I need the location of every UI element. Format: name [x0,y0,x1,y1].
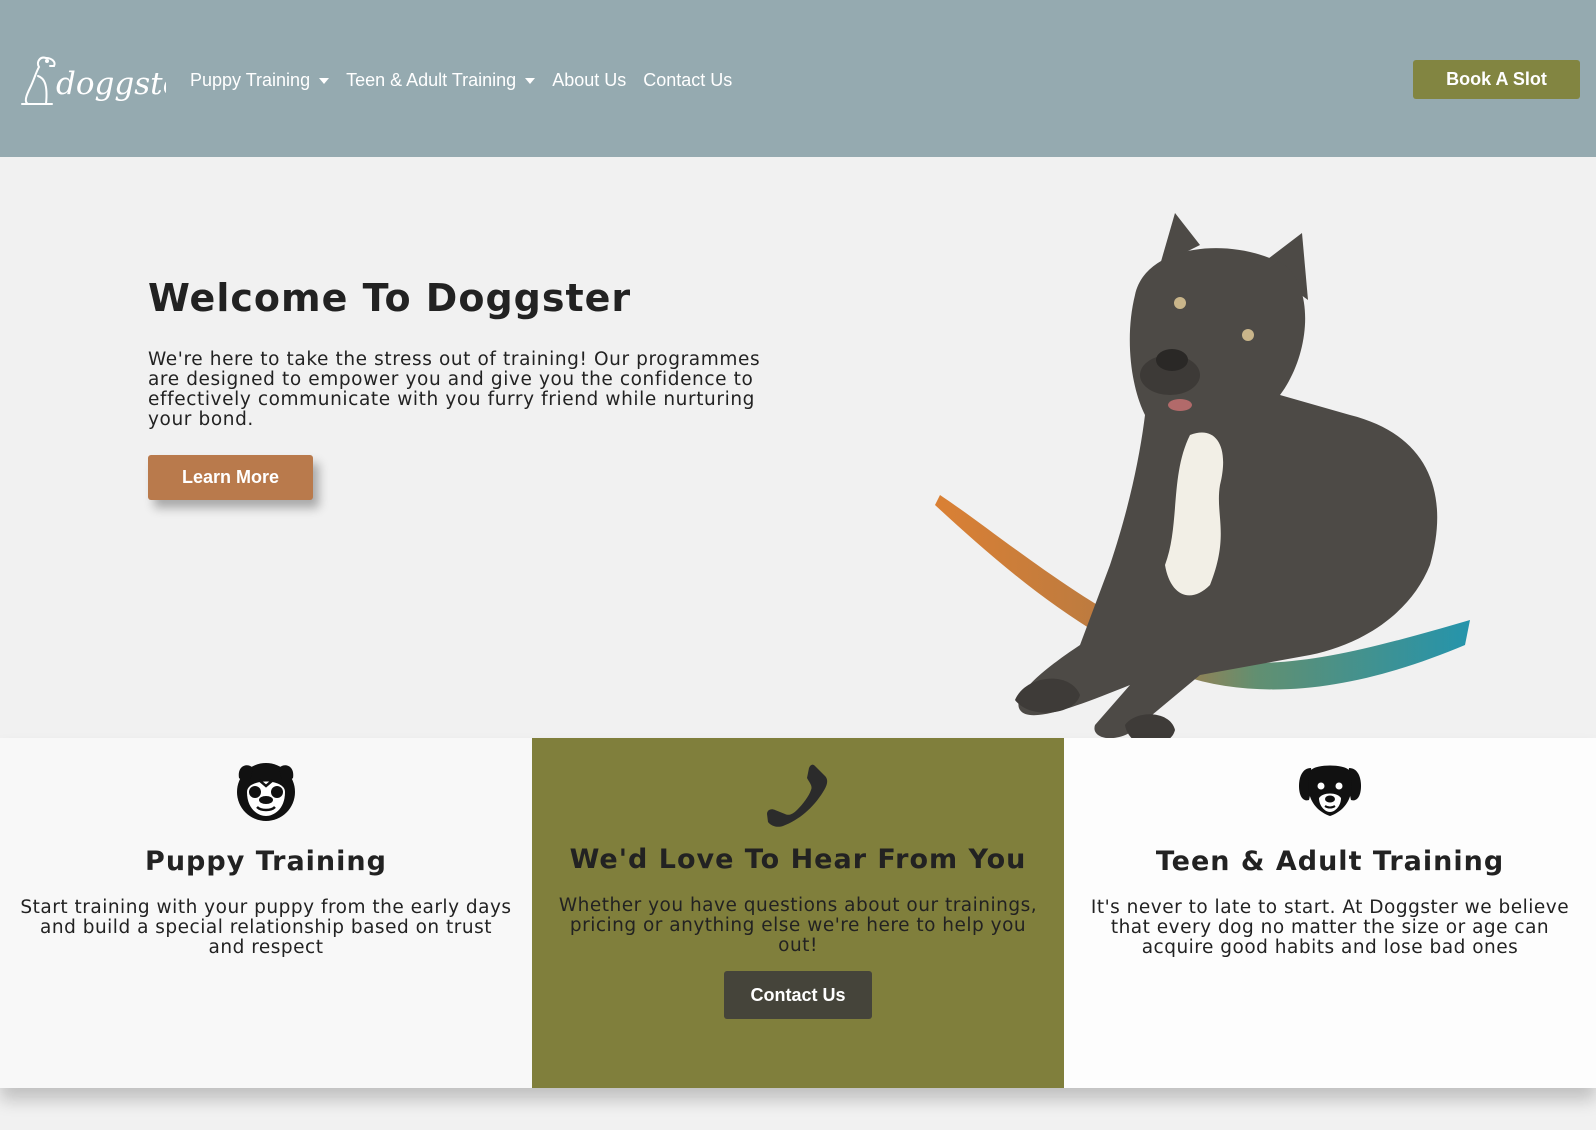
logo-wordmark: doggster [56,66,166,102]
nav-teen-adult-training[interactable]: Teen & Adult Training [346,70,536,91]
nav-contact-us-label: Contact Us [643,70,733,90]
main-nav: Puppy Training Teen & Adult Training Abo… [190,70,749,91]
contact-us-button[interactable]: Contact Us [724,971,872,1019]
teen-adult-training-card: Teen & Adult Training It's never to late… [1064,738,1596,1088]
teen-adult-training-text: It's never to late to start. At Doggster… [1090,897,1570,958]
contact-card-text: Whether you have questions about our tra… [558,895,1038,956]
book-a-slot-button[interactable]: Book A Slot [1413,60,1580,99]
dog-face-icon [1297,762,1363,822]
nav-puppy-training[interactable]: Puppy Training [190,70,330,91]
puppy-training-text: Start training with your puppy from the … [20,897,512,958]
contact-card-title: We'd Love To Hear From You [569,844,1027,875]
pug-face-icon [233,758,299,828]
learn-more-button[interactable]: Learn More [148,455,313,500]
hero-description: We're here to take the stress out of tra… [148,349,761,430]
dog-photo [930,205,1500,780]
teen-adult-training-title: Teen & Adult Training [1155,846,1505,877]
nav-about-us[interactable]: About Us [552,70,626,91]
puppy-training-card: Puppy Training Start training with your … [0,738,532,1088]
nav-about-us-label: About Us [552,70,627,90]
nav-teen-adult-training-label: Teen & Adult Training [346,70,517,90]
nav-puppy-training-label: Puppy Training [190,70,311,90]
feature-cards: Puppy Training Start training with your … [0,738,1596,1088]
nav-contact-us[interactable]: Contact Us [643,70,732,91]
phone-icon [765,764,831,832]
chevron-down-icon [319,77,330,84]
navbar: doggster Puppy Training Teen & Adult Tra… [0,0,1596,157]
hero-title: Welcome To Doggster [148,276,632,320]
chevron-down-icon [525,77,536,84]
puppy-training-title: Puppy Training [145,846,387,877]
contact-card: We'd Love To Hear From You Whether you h… [532,738,1064,1088]
doggster-logo[interactable]: doggster [16,50,198,114]
